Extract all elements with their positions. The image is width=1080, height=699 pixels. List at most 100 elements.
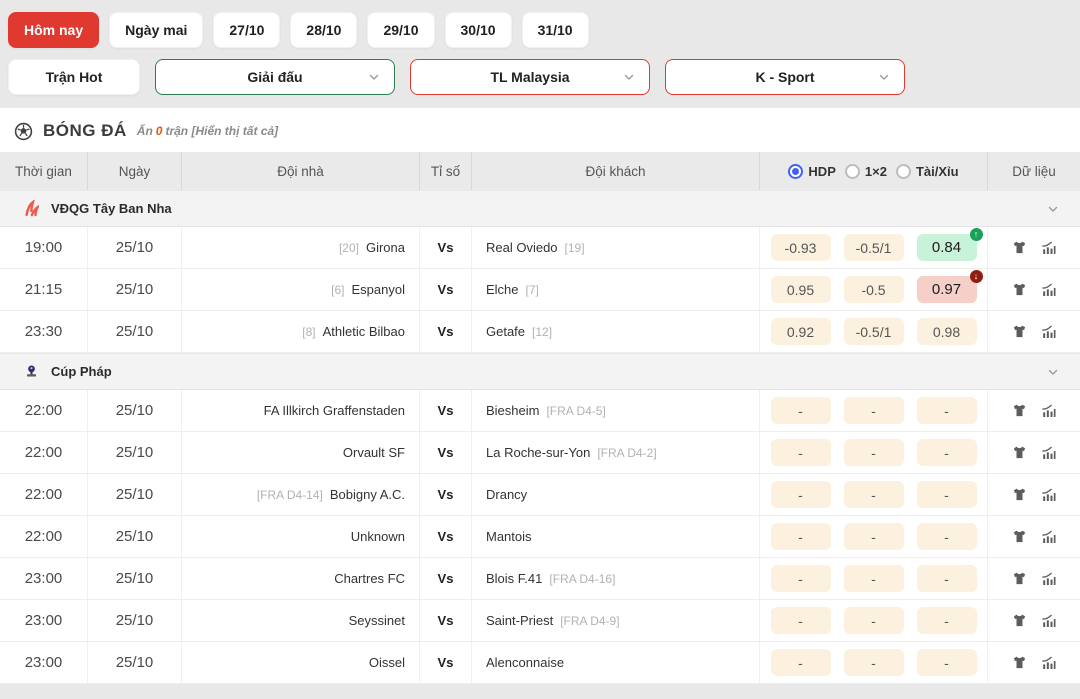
data-tools: [988, 269, 1080, 310]
match-row[interactable]: 21:1525/10[6]EspanyolVsElche[7]0.95-0.50…: [0, 269, 1080, 311]
odd-value: -: [944, 655, 949, 671]
section-header: BÓNG ĐÁ Ẩn0trận [Hiển thị tất cả]: [0, 108, 1080, 152]
odd-button[interactable]: -0.5/1: [844, 318, 904, 345]
data-tools: [988, 390, 1080, 431]
match-date: 25/10: [88, 269, 182, 310]
match-row[interactable]: 22:0025/10[FRA D4-14]Bobigny A.C.VsDranc…: [0, 474, 1080, 516]
odd-button[interactable]: -: [771, 481, 831, 508]
stats-chart-icon[interactable]: [1040, 613, 1057, 629]
odd-button[interactable]: -: [917, 481, 977, 508]
home-team: Seyssinet: [182, 600, 420, 641]
bet-mode-t-i-x-u[interactable]: Tài/Xỉu: [896, 164, 959, 179]
stats-chart-icon[interactable]: [1040, 240, 1057, 256]
date-tab-30-10[interactable]: 30/10: [445, 12, 512, 48]
jersey-icon[interactable]: [1012, 529, 1027, 544]
jersey-icon[interactable]: [1012, 571, 1027, 586]
jersey-icon[interactable]: [1012, 282, 1027, 297]
jersey-icon[interactable]: [1012, 403, 1027, 418]
radio-icon[interactable]: [845, 164, 860, 179]
away-team: Alenconnaise: [472, 642, 760, 683]
odd-button[interactable]: -0.5: [844, 276, 904, 303]
chevron-down-icon[interactable]: [1046, 202, 1060, 216]
dropdown-k-sport[interactable]: K - Sport: [665, 59, 905, 95]
date-tab-ng-y-mai[interactable]: Ngày mai: [109, 12, 203, 48]
odd-button[interactable]: 0.95: [771, 276, 831, 303]
jersey-icon[interactable]: [1012, 487, 1027, 502]
date-tab-28-10[interactable]: 28/10: [290, 12, 357, 48]
home-team-name: Athletic Bilbao: [323, 324, 405, 339]
radio-icon[interactable]: [896, 164, 911, 179]
match-row[interactable]: 22:0025/10UnknownVsMantois---: [0, 516, 1080, 558]
league-header-v-qg-t-y-ban-nha[interactable]: VĐQG Tây Ban Nha: [0, 190, 1080, 227]
stats-chart-icon[interactable]: [1040, 529, 1057, 545]
stats-chart-icon[interactable]: [1040, 571, 1057, 587]
odd-button[interactable]: -0.5/1: [844, 234, 904, 261]
match-row[interactable]: 19:0025/10[20]GironaVsReal Oviedo[19]-0.…: [0, 227, 1080, 269]
stats-chart-icon[interactable]: [1040, 403, 1057, 419]
home-rank: [20]: [339, 241, 359, 255]
dropdown-tl-malaysia[interactable]: TL Malaysia: [410, 59, 650, 95]
odd-button[interactable]: 0.97↓: [917, 276, 977, 303]
odd-button[interactable]: 0.92: [771, 318, 831, 345]
stats-chart-icon[interactable]: [1040, 655, 1057, 671]
bet-mode-hdp[interactable]: HDP: [788, 164, 835, 179]
stats-chart-icon[interactable]: [1040, 324, 1057, 340]
match-row[interactable]: 23:0025/10OisselVsAlenconnaise---: [0, 642, 1080, 684]
jersey-icon[interactable]: [1012, 655, 1027, 670]
odd-button[interactable]: -: [771, 523, 831, 550]
date-tab-27-10[interactable]: 27/10: [213, 12, 280, 48]
odd-button[interactable]: -: [771, 565, 831, 592]
home-team: [6]Espanyol: [182, 269, 420, 310]
match-row[interactable]: 23:3025/10[8]Athletic BilbaoVsGetafe[12]…: [0, 311, 1080, 353]
odd-button[interactable]: -: [917, 523, 977, 550]
chevron-down-icon[interactable]: [1046, 365, 1060, 379]
date-tab-h-m-nay[interactable]: Hôm nay: [8, 12, 99, 48]
hot-match-button[interactable]: Trận Hot: [8, 59, 140, 95]
odd-button[interactable]: -: [771, 649, 831, 676]
radio-icon[interactable]: [788, 164, 803, 179]
bet-mode-1-2[interactable]: 1×2: [845, 164, 887, 179]
odd-button[interactable]: -: [917, 397, 977, 424]
stats-chart-icon[interactable]: [1040, 282, 1057, 298]
jersey-icon[interactable]: [1012, 445, 1027, 460]
odd-button[interactable]: -: [844, 439, 904, 466]
odd-button[interactable]: -: [844, 607, 904, 634]
odd-button[interactable]: -0.93: [771, 234, 831, 261]
odd-button[interactable]: -: [844, 481, 904, 508]
jersey-icon[interactable]: [1012, 240, 1027, 255]
odd-button[interactable]: -: [917, 607, 977, 634]
odd-button[interactable]: -: [771, 439, 831, 466]
odd-button[interactable]: -: [844, 397, 904, 424]
match-row[interactable]: 22:0025/10FA Illkirch GraffenstadenVsBie…: [0, 390, 1080, 432]
league-header-c-p-ph-p[interactable]: Cúp Pháp: [0, 353, 1080, 390]
odd-button[interactable]: 0.84↑: [917, 234, 977, 261]
hidden-matches-note[interactable]: Ẩn0trận [Hiển thị tất cả]: [137, 124, 278, 138]
odd-button[interactable]: -: [917, 649, 977, 676]
vs-label: Vs: [420, 516, 472, 557]
jersey-icon[interactable]: [1012, 324, 1027, 339]
home-team-name: Girona: [366, 240, 405, 255]
odd-value: -: [871, 613, 876, 629]
match-row[interactable]: 23:0025/10SeyssinetVsSaint-Priest[FRA D4…: [0, 600, 1080, 642]
odd-button[interactable]: -: [844, 565, 904, 592]
vs-label: Vs: [420, 269, 472, 310]
odd-value: 0.84: [932, 239, 961, 256]
odd-button[interactable]: -: [844, 649, 904, 676]
odd-button[interactable]: -: [771, 397, 831, 424]
dropdown-gi-i-u[interactable]: Giải đấu: [155, 59, 395, 95]
stats-chart-icon[interactable]: [1040, 445, 1057, 461]
date-tab-29-10[interactable]: 29/10: [367, 12, 434, 48]
jersey-icon[interactable]: [1012, 613, 1027, 628]
match-row[interactable]: 23:0025/10Chartres FCVsBlois F.41[FRA D4…: [0, 558, 1080, 600]
odd-button[interactable]: -: [917, 439, 977, 466]
chevron-down-icon: [877, 70, 891, 84]
match-row[interactable]: 22:0025/10Orvault SFVsLa Roche-sur-Yon[F…: [0, 432, 1080, 474]
odd-button[interactable]: -: [844, 523, 904, 550]
date-tab-31-10[interactable]: 31/10: [522, 12, 589, 48]
match-time: 23:00: [0, 558, 88, 599]
stats-chart-icon[interactable]: [1040, 487, 1057, 503]
odd-value: -: [871, 655, 876, 671]
odd-button[interactable]: -: [771, 607, 831, 634]
odd-button[interactable]: 0.98: [917, 318, 977, 345]
odd-button[interactable]: -: [917, 565, 977, 592]
